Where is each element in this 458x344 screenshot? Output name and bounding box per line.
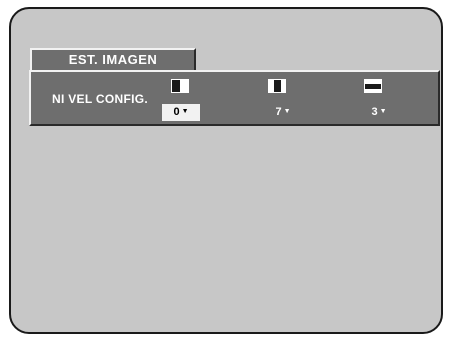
option-value-1-text: 0 <box>173 106 180 118</box>
option-value-1[interactable]: 0 ▼ <box>162 104 200 121</box>
menu-tab-label: EST. IMAGEN <box>68 52 158 67</box>
option-value-3-text: 3 <box>371 106 378 118</box>
contrast-half-icon <box>171 79 189 93</box>
dropdown-arrow-icon: ▼ <box>181 108 189 116</box>
contrast-band-icon <box>364 79 382 93</box>
dropdown-arrow-icon: ▼ <box>379 108 387 116</box>
settings-panel: NI VEL CONFIG. 0 ▼ 7 ▼ 3 ▼ <box>29 70 440 126</box>
contrast-center-icon <box>268 79 286 93</box>
dropdown-arrow-icon: ▼ <box>283 108 291 116</box>
option-value-2[interactable]: 7 ▼ <box>268 104 298 120</box>
option-value-2-text: 7 <box>275 106 282 118</box>
row-label: NI VEL CONFIG. <box>52 92 148 106</box>
menu-tab-picture-settings[interactable]: EST. IMAGEN <box>30 48 196 70</box>
option-value-3[interactable]: 3 ▼ <box>364 104 394 120</box>
